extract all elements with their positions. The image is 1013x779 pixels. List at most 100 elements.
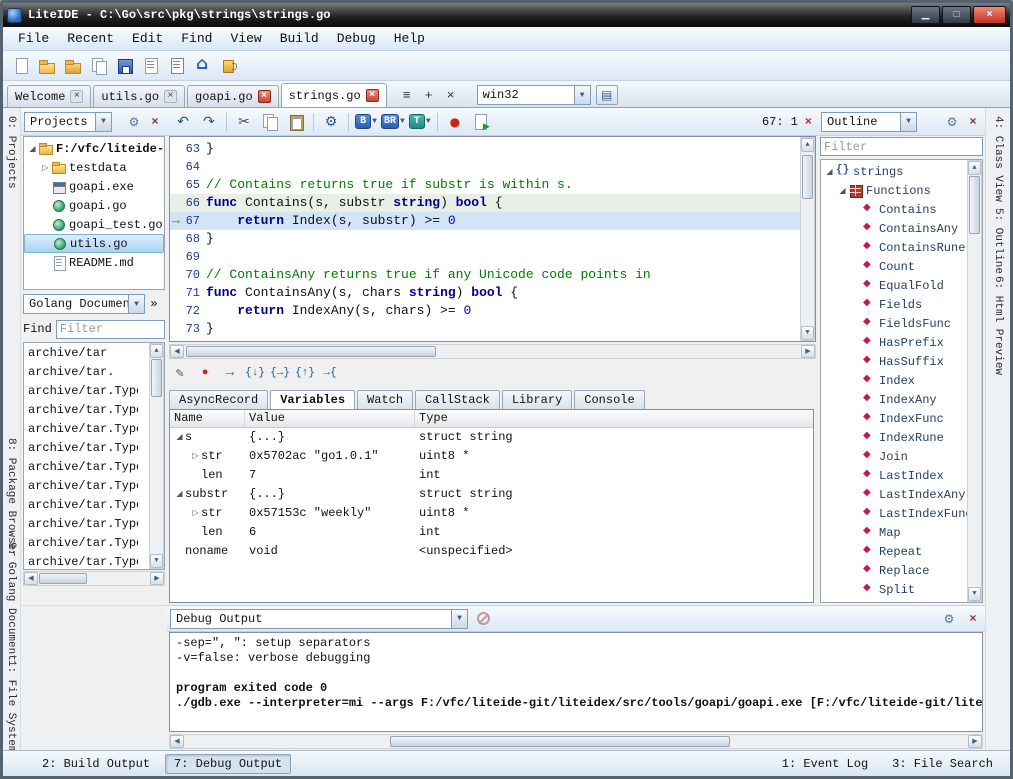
output-hscroll-thumb[interactable] <box>390 736 730 747</box>
code-line-73[interactable]: 73} <box>170 320 815 338</box>
editor-vscroll-thumb[interactable] <box>802 155 813 199</box>
gutter-63[interactable]: 63 <box>170 140 206 158</box>
debug-tab-asyncrecord[interactable]: AsyncRecord <box>169 390 268 409</box>
tab-close-icon[interactable]: × <box>164 90 177 103</box>
target-combo[interactable]: win32 ▼ <box>477 85 591 105</box>
var-row-str-1[interactable]: ▷str0x5702ac "go1.0.1"uint8 * <box>170 447 813 466</box>
run-to-line-button[interactable]: →{ <box>319 363 341 383</box>
cut-button[interactable]: ✂ <box>232 110 256 134</box>
outline-filter-input[interactable] <box>820 137 983 156</box>
paste-button[interactable] <box>284 110 308 134</box>
code-line-65[interactable]: 65// Contains returns true if substr is … <box>170 176 815 194</box>
output-gear-button[interactable]: ⚙ <box>940 610 958 628</box>
scroll-down-icon[interactable]: ▼ <box>968 587 981 601</box>
doc-item-8[interactable]: archive/tar.TypeReg <box>26 496 138 515</box>
doc-list-hscroll-thumb[interactable] <box>39 573 87 584</box>
code-line-72[interactable]: 72 return IndexAny(s, chars) >= 0 <box>170 302 815 320</box>
menu-view[interactable]: View <box>221 29 270 48</box>
projects-tree[interactable]: ◢F:/vfc/liteide-git▷testdatagoapi.exegoa… <box>23 136 165 290</box>
outline-vscroll-thumb[interactable] <box>969 176 980 234</box>
outline-item-strings[interactable]: ◢strings <box>821 162 982 181</box>
collapsed-icon[interactable]: ▷ <box>40 163 51 173</box>
outline-tree[interactable]: ◢strings◢FunctionsContainsContainsAnyCon… <box>820 159 983 603</box>
close-editor-button[interactable]: × <box>441 85 461 105</box>
outline-item-containsrune[interactable]: ContainsRune <box>821 238 982 257</box>
doc-list[interactable]: archive/tararchive/tar.archive/tar.TypeB… <box>23 342 165 570</box>
outline-item-containsany[interactable]: ContainsAny <box>821 219 982 238</box>
open-file-button[interactable] <box>35 54 59 78</box>
outline-item-map[interactable]: Map <box>821 523 982 542</box>
outline-item-hassuffix[interactable]: HasSuffix <box>821 352 982 371</box>
editor-vscrollbar[interactable]: ▲ ▼ <box>800 137 815 341</box>
tab-close-icon[interactable]: × <box>366 89 379 102</box>
project-item-goapi-exe[interactable]: goapi.exe <box>24 177 164 196</box>
debug-tab-variables[interactable]: Variables <box>270 390 355 409</box>
scroll-up-icon[interactable]: ▲ <box>150 344 163 358</box>
code-line-67[interactable]: →67 return Index(s, substr) >= 0 <box>170 212 815 230</box>
code-line-66[interactable]: 66func Contains(s, substr string) bool { <box>170 194 815 212</box>
scroll-down-icon[interactable]: ▼ <box>801 326 814 340</box>
output-close-button[interactable]: × <box>964 610 982 628</box>
editor-list-button[interactable]: ≡ <box>397 85 417 105</box>
step-into-button[interactable]: {↓} <box>244 363 266 383</box>
gutter-72[interactable]: 72 <box>170 302 206 320</box>
menu-file[interactable]: File <box>9 29 58 48</box>
doc-item-9[interactable]: archive/tar.TypeRegA <box>26 515 138 534</box>
scroll-down-icon[interactable]: ▼ <box>150 554 163 568</box>
code-line-68[interactable]: 68} <box>170 230 815 248</box>
doc-item-5[interactable]: archive/tar.TypeDir <box>26 439 138 458</box>
outline-item-index[interactable]: Index <box>821 371 982 390</box>
code-line-63[interactable]: 63} <box>170 140 815 158</box>
outline-vscrollbar[interactable]: ▲ ▼ <box>967 160 982 602</box>
outline-item-lastindex[interactable]: LastIndex <box>821 466 982 485</box>
status-2-build-output[interactable]: 2: Build Output <box>33 754 159 774</box>
doc-item-11[interactable]: archive/tar.TypeXGlobalHeader <box>26 553 138 570</box>
undo-button[interactable]: ↶ <box>171 110 195 134</box>
copy-button[interactable] <box>258 110 282 134</box>
goto-close-button[interactable]: × <box>805 115 812 129</box>
new-file-button[interactable] <box>9 54 33 78</box>
gutter-65[interactable]: 65 <box>170 176 206 194</box>
doc-item-1[interactable]: archive/tar. <box>26 363 138 382</box>
run-file-button[interactable] <box>469 110 493 134</box>
titlebar[interactable]: LiteIDE - C:\Go\src\pkg\strings\strings.… <box>3 3 1010 27</box>
tab-utils-go[interactable]: utils.go× <box>93 85 185 107</box>
doc-item-2[interactable]: archive/tar.TypeBlock <box>26 382 138 401</box>
outline-item-join[interactable]: Join <box>821 447 982 466</box>
editor-hscrollbar[interactable]: ◀ ▶ <box>169 344 816 359</box>
var-row-substr-3[interactable]: ◢substr{...}struct string <box>170 485 813 504</box>
menu-find[interactable]: Find <box>172 29 221 48</box>
build-t-button[interactable]: T▼ <box>408 110 432 134</box>
tab-close-icon[interactable]: × <box>70 90 83 103</box>
outline-close-button[interactable]: × <box>964 113 982 131</box>
doc-item-10[interactable]: archive/tar.TypeSymlink <box>26 534 138 553</box>
code-line-70[interactable]: 70// ContainsAny returns true if any Uni… <box>170 266 815 284</box>
expanded-icon[interactable]: ◢ <box>824 167 835 177</box>
outline-item-indexany[interactable]: IndexAny <box>821 390 982 409</box>
modify-record-button[interactable]: ✎ <box>169 363 191 383</box>
tab-close-icon[interactable]: × <box>258 90 271 103</box>
dock-6-html-preview[interactable]: 6: Html Preview <box>991 272 1005 379</box>
menu-build[interactable]: Build <box>271 29 328 48</box>
var-row-noname-6[interactable]: nonamevoid<unspecified> <box>170 542 813 561</box>
debug-tab-watch[interactable]: Watch <box>357 390 413 409</box>
project-item-goapi-test-go[interactable]: goapi_test.go <box>24 215 164 234</box>
gutter-70[interactable]: 70 <box>170 266 206 284</box>
menu-help[interactable]: Help <box>385 29 434 48</box>
scroll-right-icon[interactable]: ▶ <box>801 345 815 358</box>
gutter-64[interactable]: 64 <box>170 158 206 176</box>
status-3-file-search[interactable]: 3: File Search <box>883 754 1002 774</box>
var-row-len-2[interactable]: len7int <box>170 466 813 485</box>
outline-combo[interactable]: Outline ▼ <box>821 112 917 132</box>
debug-tab-console[interactable]: Console <box>574 390 644 409</box>
expanded-icon[interactable]: ◢ <box>174 485 185 504</box>
code-line-71[interactable]: 71func ContainsAny(s, chars string) bool… <box>170 284 815 302</box>
status-1-event-log[interactable]: 1: Event Log <box>773 754 877 774</box>
add-editor-button[interactable]: + <box>419 85 439 105</box>
outline-item-hasprefix[interactable]: HasPrefix <box>821 333 982 352</box>
outline-item-replace[interactable]: Replace <box>821 561 982 580</box>
debug-tab-library[interactable]: Library <box>502 390 572 409</box>
build-b-button[interactable]: B▼ <box>354 110 378 134</box>
save-all-button[interactable] <box>113 54 137 78</box>
outline-item-lastindexfunc[interactable]: LastIndexFunc <box>821 504 982 523</box>
